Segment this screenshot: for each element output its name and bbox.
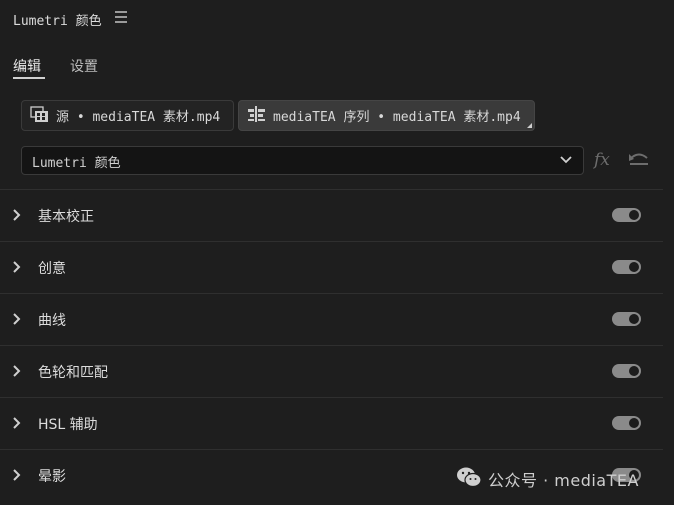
section-toggle[interactable] [612, 364, 641, 378]
fx-icon[interactable]: fx [594, 150, 610, 170]
chevron-right-icon [12, 209, 22, 225]
section-color-wheels[interactable]: 色轮和匹配 [0, 345, 663, 397]
tab-bar: 编辑 设置 [0, 52, 674, 82]
source-clip-label: 源 • mediaTEA 素材.mp4 [56, 110, 221, 125]
chevron-right-icon [12, 417, 22, 433]
chevron-right-icon [12, 469, 22, 485]
effect-select-value: Lumetri 颜色 [32, 156, 121, 171]
sequence-icon [247, 105, 267, 127]
chevron-right-icon [12, 313, 22, 329]
watermark-text: 公众号 · mediaTEA [488, 471, 639, 490]
tab-edit[interactable]: 编辑 [13, 56, 41, 76]
tab-settings[interactable]: 设置 [70, 56, 98, 76]
hamburger-menu-icon[interactable] [115, 11, 127, 23]
section-creative[interactable]: 创意 [0, 241, 663, 293]
section-list: 基本校正 创意 曲线 色轮和匹配 HSL 辅助 晕影 [0, 189, 663, 501]
panel-header: Lumetri 颜色 [0, 0, 674, 36]
section-label: 晕影 [38, 469, 66, 485]
section-basic-correction[interactable]: 基本校正 [0, 189, 663, 241]
chevron-right-icon [12, 261, 22, 277]
section-toggle[interactable] [612, 208, 641, 222]
section-curves[interactable]: 曲线 [0, 293, 663, 345]
wechat-icon [456, 466, 482, 492]
sequence-clip-label: mediaTEA 序列 • mediaTEA 素材.mp4 [273, 110, 521, 125]
active-tab-indicator [13, 77, 45, 79]
section-label: HSL 辅助 [38, 417, 98, 433]
section-label: 基本校正 [38, 209, 94, 225]
source-clip-button[interactable]: 源 • mediaTEA 素材.mp4 [21, 100, 234, 131]
effect-select[interactable]: Lumetri 颜色 [21, 146, 584, 175]
chevron-right-icon [12, 365, 22, 381]
section-toggle[interactable] [612, 416, 641, 430]
reset-icon[interactable] [628, 152, 650, 172]
section-label: 曲线 [38, 313, 66, 329]
panel-title: Lumetri 颜色 [13, 14, 102, 29]
section-label: 色轮和匹配 [38, 365, 108, 381]
section-toggle[interactable] [612, 312, 641, 326]
sequence-clip-button[interactable]: mediaTEA 序列 • mediaTEA 素材.mp4 [238, 100, 535, 131]
clip-icon [30, 105, 50, 127]
section-label: 创意 [38, 261, 66, 277]
watermark: 公众号 · mediaTEA [456, 466, 639, 492]
section-toggle[interactable] [612, 260, 641, 274]
lumetri-color-panel: Lumetri 颜色 编辑 设置 源 • mediaTEA 素材.mp4 med… [0, 0, 674, 505]
dropdown-corner-icon [527, 123, 532, 128]
chevron-down-icon [559, 154, 573, 169]
section-hsl-secondary[interactable]: HSL 辅助 [0, 397, 663, 449]
